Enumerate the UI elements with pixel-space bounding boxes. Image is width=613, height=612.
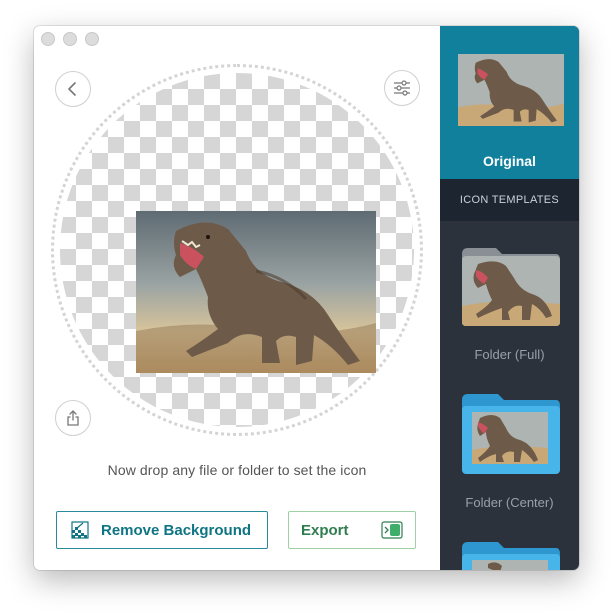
- preview-image: [136, 211, 376, 373]
- sliders-icon: [394, 80, 410, 96]
- remove-background-label: Remove Background: [101, 521, 252, 539]
- template-folder-full[interactable]: Folder (Full): [440, 240, 579, 370]
- drop-zone[interactable]: [51, 64, 423, 436]
- export-button[interactable]: Export: [288, 511, 416, 549]
- share-icon: [67, 410, 79, 426]
- editor-panel: Now drop any file or folder to set the i…: [34, 26, 440, 570]
- remove-background-icon: [71, 521, 89, 539]
- settings-button[interactable]: [384, 70, 420, 106]
- folder-center-thumbnail: [462, 394, 560, 474]
- dinosaur-photo: [136, 211, 376, 373]
- folder-full-label: Folder (Full): [474, 347, 545, 362]
- template-folder-center[interactable]: Folder (Center): [440, 388, 579, 518]
- export-icon: [381, 521, 403, 539]
- share-button[interactable]: [55, 400, 91, 436]
- templates-sidebar: Original ICON TEMPLATES Folder (Full) Fo…: [440, 26, 579, 570]
- original-template[interactable]: Original: [440, 26, 579, 179]
- folder-thumbnail: [462, 542, 560, 570]
- folder-center-label: Folder (Center): [465, 495, 554, 510]
- original-thumbnail: [458, 54, 564, 126]
- remove-background-button[interactable]: Remove Background: [56, 511, 268, 549]
- dinosaur-thumbnail: [458, 54, 564, 126]
- back-button[interactable]: [55, 71, 91, 107]
- chevron-left-icon: [68, 82, 76, 96]
- export-label: Export: [301, 521, 349, 539]
- folder-full-thumbnail: [462, 248, 560, 326]
- drop-hint-text: Now drop any file or folder to set the i…: [107, 462, 367, 478]
- original-label: Original: [483, 153, 536, 169]
- template-folder-third[interactable]: [440, 536, 579, 570]
- icon-templates-header: ICON TEMPLATES: [440, 179, 579, 221]
- app-window: Now drop any file or folder to set the i…: [34, 26, 579, 570]
